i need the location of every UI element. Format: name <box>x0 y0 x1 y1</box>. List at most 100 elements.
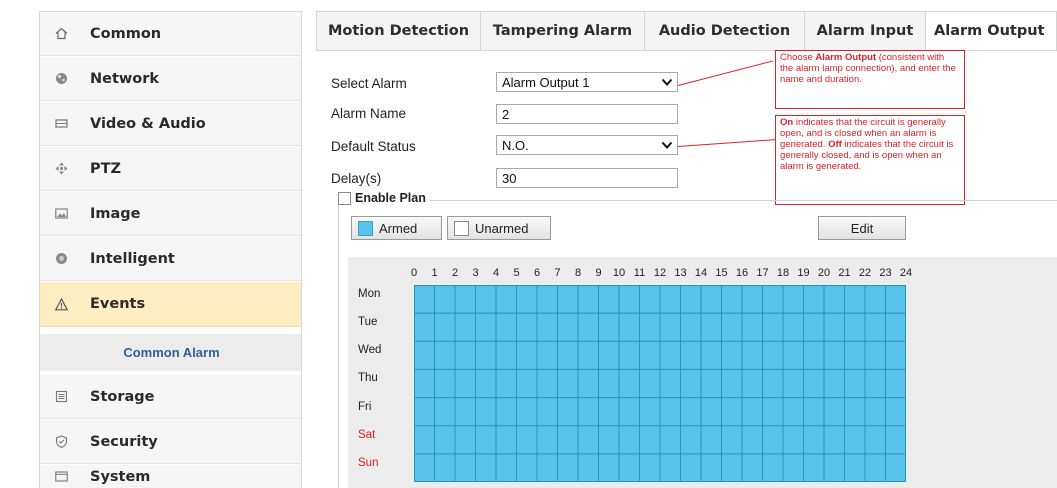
armed-label: Armed <box>379 220 418 236</box>
hour-label: 8 <box>574 267 582 279</box>
chevron-down-icon <box>661 139 673 154</box>
default-status-dropdown[interactable]: N.O. <box>496 135 678 155</box>
sidebar-subitem-label: Common Alarm <box>123 345 220 360</box>
sidebar-item-common[interactable]: Common <box>40 12 301 56</box>
intelligent-icon <box>54 252 68 266</box>
alarm-name-input[interactable]: 2 <box>496 104 678 124</box>
shield-icon <box>54 435 68 449</box>
day-label: Fri <box>358 400 372 413</box>
select-alarm-dropdown[interactable]: Alarm Output 1 <box>496 72 678 92</box>
edit-button[interactable]: Edit <box>818 216 906 240</box>
callout-bold-text: Off <box>828 139 842 150</box>
schedule-grid[interactable] <box>414 285 906 482</box>
tab-label: Alarm Input <box>816 23 914 39</box>
alarm-output-callout: Choose Alarm Output (consistent with the… <box>775 50 965 109</box>
sidebar-item-label: Video & Audio <box>90 115 206 132</box>
tab-motion-detection[interactable]: Motion Detection <box>317 12 481 50</box>
hour-label: 24 <box>899 267 913 279</box>
event-tabs: Motion Detection Tampering Alarm Audio D… <box>316 11 1057 51</box>
sidebar-item-video-audio[interactable]: Video & Audio <box>40 102 301 146</box>
network-icon <box>54 72 68 86</box>
callout-bold-text: On <box>780 117 794 128</box>
tab-label: Audio Detection <box>658 23 791 39</box>
hour-label: 1 <box>431 267 438 279</box>
sidebar-item-label: PTZ <box>90 160 122 177</box>
settings-sidebar: Common Network Video & Audio PTZ Image I… <box>39 11 302 488</box>
sidebar-item-label: System <box>90 469 151 485</box>
day-label: Thu <box>358 372 378 385</box>
hour-label: 6 <box>533 267 541 279</box>
hour-label: 15 <box>715 267 728 279</box>
sidebar-item-label: Intelligent <box>90 250 175 267</box>
default-status-value: N.O. <box>502 137 529 153</box>
hour-label: 17 <box>756 267 769 279</box>
tab-alarm-output[interactable]: Alarm Output <box>926 12 1056 50</box>
callout-bold-text: Alarm Output <box>815 52 877 63</box>
tab-alarm-input[interactable]: Alarm Input <box>805 12 926 50</box>
default-status-callout: On indicates that the circuit is general… <box>775 115 965 205</box>
unarmed-swatch <box>454 220 469 236</box>
unarmed-label: Unarmed <box>475 220 529 236</box>
hour-label: 12 <box>653 267 667 279</box>
storage-icon <box>54 390 68 404</box>
tab-tampering-alarm[interactable]: Tampering Alarm <box>481 12 645 50</box>
tab-label: Alarm Output <box>934 23 1045 39</box>
delay-label: Delay(s) <box>331 171 382 186</box>
callout-text: Choose <box>780 52 816 63</box>
sidebar-item-label: Storage <box>90 388 155 405</box>
alarm-name-value: 2 <box>502 106 510 122</box>
sidebar-item-image[interactable]: Image <box>40 192 301 236</box>
unarmed-button[interactable]: Unarmed <box>447 216 551 240</box>
alarm-name-label: Alarm Name <box>331 106 407 121</box>
select-alarm-label: Select Alarm <box>331 76 407 91</box>
hour-label: 0 <box>410 267 418 279</box>
hour-label: 14 <box>694 267 708 279</box>
hour-label: 5 <box>513 267 520 279</box>
hour-label: 3 <box>472 267 479 279</box>
tab-audio-detection[interactable]: Audio Detection <box>645 12 805 50</box>
tab-label: Tampering Alarm <box>492 23 633 39</box>
sidebar-item-intelligent[interactable]: Intelligent <box>40 237 301 281</box>
day-label: Tue <box>358 316 378 329</box>
warning-icon <box>54 297 68 311</box>
edit-label: Edit <box>850 220 874 236</box>
sidebar-item-system[interactable]: System <box>40 465 301 488</box>
day-label: Wed <box>358 344 382 357</box>
hour-label: 20 <box>817 267 831 279</box>
hour-label: 10 <box>612 267 626 279</box>
hour-label: 22 <box>858 267 872 279</box>
tab-label: Motion Detection <box>327 23 470 39</box>
sidebar-item-label: Security <box>90 433 158 450</box>
delay-value: 30 <box>502 170 517 186</box>
hour-label: 9 <box>595 267 602 279</box>
hour-label: 13 <box>674 267 687 279</box>
sidebar-subitem-common-alarm[interactable]: Common Alarm <box>40 334 301 371</box>
select-alarm-value: Alarm Output 1 <box>502 74 590 90</box>
enable-plan-toggle[interactable]: Enable Plan <box>338 191 430 205</box>
sidebar-item-label: Image <box>90 205 141 222</box>
sidebar-item-label: Network <box>90 70 160 87</box>
image-icon <box>54 207 68 221</box>
ptz-icon <box>54 162 68 176</box>
hour-label: 4 <box>492 267 500 279</box>
enable-plan-checkbox[interactable] <box>338 191 351 205</box>
day-label: Sat <box>358 428 376 441</box>
callout-connector <box>678 60 774 86</box>
armed-swatch <box>358 220 373 236</box>
sidebar-item-label: Common <box>90 25 162 42</box>
sidebar-item-ptz[interactable]: PTZ <box>40 147 301 191</box>
home-icon <box>54 27 68 41</box>
hour-label: 23 <box>879 267 892 279</box>
hour-label: 16 <box>735 267 749 279</box>
sidebar-item-storage[interactable]: Storage <box>40 375 301 419</box>
delay-input[interactable]: 30 <box>496 168 678 188</box>
hour-label: 18 <box>776 267 790 279</box>
hour-label: 7 <box>554 267 561 279</box>
sidebar-item-network[interactable]: Network <box>40 57 301 101</box>
armed-button[interactable]: Armed <box>351 216 442 240</box>
sidebar-item-security[interactable]: Security <box>40 420 301 464</box>
hour-label: 21 <box>838 267 851 279</box>
sidebar-item-events[interactable]: Events <box>40 282 301 327</box>
default-status-label: Default Status <box>331 139 416 154</box>
hour-label: 11 <box>633 267 646 279</box>
